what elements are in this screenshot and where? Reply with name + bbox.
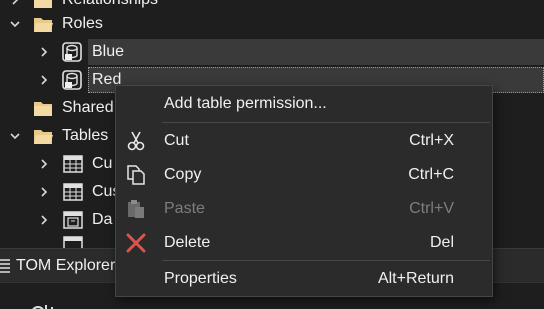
menu-item-properties[interactable]: Properties Alt+Return xyxy=(116,263,492,295)
role-icon xyxy=(61,69,83,91)
chevron-right-icon[interactable] xyxy=(37,45,51,59)
tree-item-roles[interactable]: Roles xyxy=(0,10,544,38)
scissors-icon xyxy=(124,130,148,152)
menu-separator xyxy=(162,122,490,123)
menu-item-cut[interactable]: Cut Ctrl+X xyxy=(116,125,492,157)
tree-item-label: Tables xyxy=(62,127,109,144)
copy-icon xyxy=(124,164,148,186)
tree-item-label: Relationships xyxy=(62,0,158,10)
tab-label: TOM Explorer xyxy=(16,256,116,274)
context-menu: Add table permission... Cut Ctrl+X Copy … xyxy=(115,85,493,297)
selection-highlight xyxy=(88,39,544,65)
tree-item-role-blue[interactable]: Blue xyxy=(0,38,544,66)
menu-item-delete[interactable]: Delete Del xyxy=(116,227,492,259)
chevron-down-icon[interactable] xyxy=(8,17,22,31)
tree-item-label: Cu xyxy=(92,155,113,172)
menu-item-label: Add table permission... xyxy=(164,95,327,112)
role-icon xyxy=(61,41,83,63)
delete-x-icon xyxy=(124,232,148,254)
chevron-right-icon[interactable] xyxy=(37,213,51,227)
shortcut-label: Alt+Return xyxy=(377,270,454,287)
menu-item-add-table-permission[interactable]: Add table permission... xyxy=(116,88,492,120)
table-icon xyxy=(62,234,84,248)
menu-separator xyxy=(162,260,490,261)
chevron-right-icon[interactable] xyxy=(37,73,51,87)
tree-item-label: Shared xyxy=(62,99,114,116)
shortcut-label: Del xyxy=(429,234,454,251)
chevron-right-icon[interactable] xyxy=(8,0,22,7)
menu-item-label: Properties xyxy=(164,270,237,287)
paste-icon xyxy=(124,198,148,220)
tree-item-label: Roles xyxy=(62,15,103,32)
chevron-right-icon[interactable] xyxy=(37,185,51,199)
folder-open-icon xyxy=(32,125,54,147)
calendar-table-icon xyxy=(62,209,84,231)
menu-item-label: Cut xyxy=(164,132,189,149)
shortcut-label: Ctrl+C xyxy=(408,166,454,183)
tree-item-label: Da xyxy=(92,211,113,228)
folder-open-icon xyxy=(32,13,54,35)
table-icon xyxy=(62,153,84,175)
folder-icon xyxy=(32,97,54,119)
chevron-right-icon[interactable] xyxy=(37,157,51,171)
menu-item-label: Delete xyxy=(164,234,211,251)
table-icon xyxy=(62,181,84,203)
tab-tom-explorer[interactable]: TOM Explorer xyxy=(0,248,116,283)
menu-item-paste[interactable]: Paste Ctrl+V xyxy=(116,193,492,225)
chevron-down-icon[interactable] xyxy=(8,129,22,143)
menu-item-label: Copy xyxy=(164,166,202,183)
menu-item-label: Paste xyxy=(164,200,205,217)
shortcut-label: Ctrl+V xyxy=(409,200,454,217)
tom-explorer-window: Relationships Roles xyxy=(0,0,544,309)
tree-item-label: Blue xyxy=(92,43,125,60)
panel-stub-glyph xyxy=(30,299,60,309)
shortcut-label: Ctrl+X xyxy=(409,132,454,149)
menu-item-copy[interactable]: Copy Ctrl+C xyxy=(116,159,492,191)
explorer-tab-icon xyxy=(0,258,10,273)
